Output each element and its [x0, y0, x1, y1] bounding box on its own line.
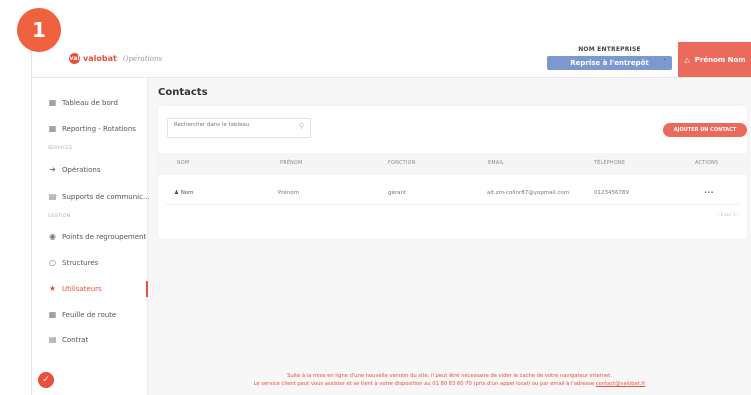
user-icon: △ — [684, 55, 690, 64]
search-input[interactable] — [174, 122, 289, 128]
sidebar-item-label: Tableau de bord — [62, 98, 118, 107]
sidebar-item-reporting[interactable]: ▦ Reporting - Rotations — [48, 124, 136, 133]
pagination[interactable]: ‹ 1 sur 1 › — [717, 213, 739, 218]
operations-icon: ➜ — [49, 165, 56, 174]
sidebar-item-contrat[interactable]: ▤ Contrat — [48, 335, 89, 344]
person-icon: ♟ — [174, 190, 179, 196]
sidebar-item-label: Contrat — [62, 335, 89, 344]
support-email-link[interactable]: contact@valobat.fr — [596, 381, 646, 387]
step-number-badge: 1 — [17, 8, 61, 52]
column-header-nom[interactable]: NOM — [177, 161, 189, 166]
sidebar-item-label: Structures — [62, 258, 99, 267]
sidebar-item-label: Feuille de route — [62, 310, 117, 319]
sidebar-item-label: Utilisateurs — [62, 284, 102, 293]
row-divider — [166, 204, 739, 205]
brand-logo[interactable]: val valobat Opérations — [69, 53, 162, 64]
sidebar: ▦ Tableau de bord ▦ Reporting - Rotation… — [32, 78, 150, 395]
structures-icon: ○ — [49, 258, 56, 267]
location-pin-icon: ◉ — [49, 232, 56, 241]
valobat-logo-icon: val — [69, 53, 80, 64]
reprise-entrepot-button[interactable]: Reprise à l'entrepôt — [547, 56, 672, 70]
section-label-services: SERVICES — [48, 146, 73, 151]
user-name: Prénom Nom — [694, 55, 746, 64]
company-name: NOM ENTREPRISE — [578, 46, 641, 53]
column-header-fonction[interactable]: FONCTION — [388, 161, 416, 166]
brand-subtitle: Opérations — [122, 54, 163, 63]
column-header-telephone[interactable]: TÉLÉPHONE — [594, 161, 625, 166]
column-header-email[interactable]: EMAIL — [488, 161, 504, 166]
top-bar: val valobat Opérations NOM ENTREPRISE Re… — [32, 42, 751, 78]
search-box[interactable]: ⚲ — [167, 118, 311, 138]
prenom-cell: Prénom — [278, 190, 299, 196]
row-actions-menu-icon[interactable]: ••• — [704, 190, 714, 196]
footer-notice: Suite à la mise en ligne d'une nouvelle … — [147, 372, 751, 388]
search-icon[interactable]: ⚲ — [299, 122, 304, 130]
add-contact-button[interactable]: AJOUTER UN CONTACT — [663, 123, 747, 137]
chevron-down-icon[interactable]: ⌄ — [662, 54, 668, 62]
footer-line-2: Le service client peut vous assister et … — [147, 380, 751, 388]
active-indicator — [146, 281, 148, 297]
supports-icon: ▤ — [48, 192, 57, 201]
footer-line-1: Suite à la mise en ligne d'une nouvelle … — [287, 373, 612, 379]
sidebar-item-operations[interactable]: ➜ Opérations — [48, 165, 100, 174]
contract-icon: ▤ — [48, 335, 57, 344]
sidebar-item-feuille-de-route[interactable]: ▦ Feuille de route — [48, 310, 117, 319]
table-header: NOM PRÉNOM FONCTION EMAIL TÉLÉPHONE ACTI… — [158, 153, 747, 175]
fonction-cell: gérant — [388, 190, 407, 196]
sidebar-item-label: Points de regroupement — [62, 232, 147, 241]
roadmap-icon: ▦ — [48, 310, 57, 319]
sidebar-item-label: Supports de communic... — [62, 192, 150, 201]
column-header-prenom[interactable]: PRÉNOM — [280, 161, 303, 166]
page-title: Contacts — [158, 87, 208, 98]
sidebar-item-structures[interactable]: ○ Structures — [48, 258, 98, 267]
sidebar-item-points-de-regroupement[interactable]: ◉ Points de regroupement — [48, 232, 146, 241]
nom-cell: ♟ Nom — [174, 190, 194, 196]
telephone-cell: 0123456789 — [594, 190, 629, 196]
valobat-help-button[interactable]: ✓ — [38, 372, 54, 388]
sidebar-item-label: Reporting - Rotations — [62, 124, 136, 133]
footer-line-2-text: Le service client peut vous assister et … — [253, 381, 596, 387]
email-cell: alt.zm-collnr87@yopmail.com — [487, 190, 570, 196]
dashboard-icon: ▦ — [48, 98, 57, 107]
check-icon: ✓ — [42, 375, 50, 385]
app-window: val valobat Opérations NOM ENTREPRISE Re… — [31, 42, 751, 395]
brand-name: valobat — [83, 54, 117, 63]
reporting-icon: ▦ — [48, 124, 57, 133]
sidebar-item-label: Opérations — [62, 165, 101, 174]
sidebar-item-tableau-de-bord[interactable]: ▦ Tableau de bord — [48, 98, 118, 107]
user-menu-button[interactable]: △ Prénom Nom — [678, 42, 751, 77]
contacts-card: ⚲ AJOUTER UN CONTACT NOM PRÉNOM FONCTION… — [158, 106, 747, 239]
users-icon: ★ — [48, 284, 57, 293]
section-label-gestion: GESTION — [48, 214, 71, 219]
nom-value: Nom — [180, 190, 194, 196]
column-header-actions: ACTIONS — [695, 161, 719, 166]
company-block: NOM ENTREPRISE Reprise à l'entrepôt — [547, 46, 672, 70]
sidebar-item-utilisateurs[interactable]: ★ Utilisateurs — [48, 284, 102, 293]
sidebar-item-supports[interactable]: ▤ Supports de communic... — [48, 192, 150, 201]
